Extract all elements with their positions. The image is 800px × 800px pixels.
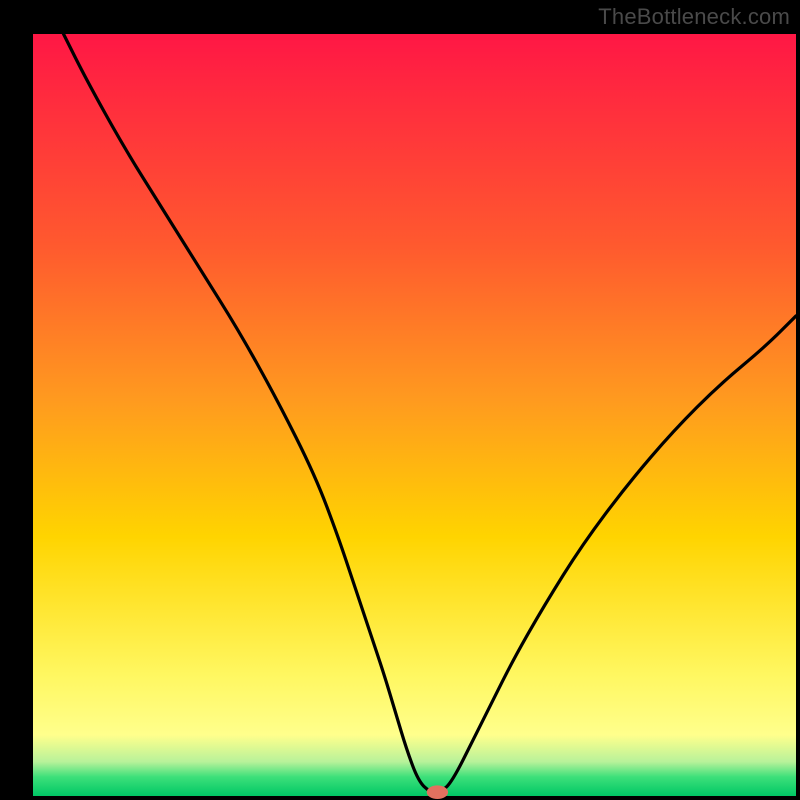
chart-container: TheBottleneck.com xyxy=(0,0,800,800)
watermark-label: TheBottleneck.com xyxy=(598,4,790,30)
bottleneck-chart xyxy=(0,0,800,800)
optimum-marker xyxy=(427,785,448,799)
plot-background xyxy=(33,34,796,796)
